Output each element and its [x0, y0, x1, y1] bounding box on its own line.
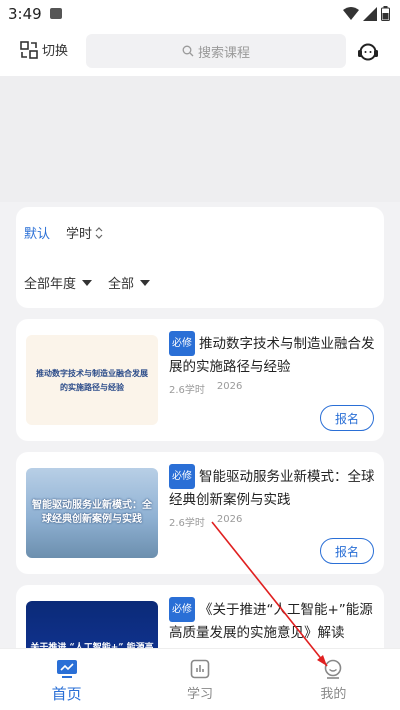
status-time: 3:49: [8, 5, 42, 23]
switch-label: 切换: [42, 44, 69, 59]
customer-service-button[interactable]: [356, 40, 380, 68]
search-placeholder: 搜索课程: [197, 45, 250, 61]
sort-hours-label: 学时: [66, 227, 93, 242]
enroll-button[interactable]: 报名: [320, 405, 374, 431]
top-header: 切换 搜索课程: [0, 28, 400, 76]
enroll-button[interactable]: 报名: [320, 538, 374, 564]
course-title-text: 《关于推进“人工智能+”能源高质量发展的实施意见》解读: [169, 602, 373, 641]
course-title: 必修 《关于推进“人工智能+”能源高质量发展的实施意见》解读: [169, 597, 375, 645]
wifi-icon: [343, 6, 359, 20]
year-filter-label: 全部年度: [24, 277, 77, 292]
course-hours: 2.6学时: [169, 385, 205, 396]
year-filter[interactable]: 全部年度: [24, 273, 93, 292]
sort-default[interactable]: 默认: [24, 223, 50, 242]
photo-notification-icon: [50, 8, 62, 19]
tab-study[interactable]: 学习: [133, 649, 266, 710]
tab-home-label: 首页: [51, 685, 82, 703]
dropdown-arrow-icon: [82, 279, 93, 286]
dropdown-arrow-icon: [140, 279, 151, 286]
filter-card: 默认 学时 全部年度 全部: [16, 207, 384, 308]
required-badge: 必修: [169, 597, 195, 622]
banner-area: [0, 76, 400, 202]
status-icons: [343, 6, 390, 21]
signal-icon: [363, 6, 377, 21]
type-filter-label: 全部: [108, 277, 135, 292]
course-hours: 2.6学时: [169, 518, 205, 529]
course-meta: 2.6学时 2026: [169, 514, 242, 529]
thumbnail-text: 智能驱动服务业新模式：全球经典创新案例与实践: [32, 500, 152, 525]
switch-button[interactable]: 切换: [20, 40, 68, 59]
tab-study-label: 学习: [186, 687, 213, 702]
profile-face-icon: [325, 659, 342, 679]
course-thumbnail: 智能驱动服务业新模式：全球经典创新案例与实践: [26, 468, 158, 558]
tab-home[interactable]: 首页: [0, 649, 133, 710]
course-card[interactable]: 推动数字技术与制造业融合发展的实施路径与经验 必修 推动数字技术与制造业融合发展的…: [16, 319, 384, 441]
switch-icon: [20, 40, 38, 59]
status-bar: 3:49: [0, 0, 400, 28]
bottom-tab-bar: 首页 学习 我的: [0, 648, 400, 710]
course-title-text: 推动数字技术与制造业融合发展的实施路径与经验: [169, 336, 375, 375]
headset-icon: [358, 43, 378, 61]
course-title: 必修 智能驱动服务业新模式：全球经典创新案例与实践: [169, 464, 375, 512]
course-year: 2026: [216, 514, 243, 525]
search-input[interactable]: 搜索课程: [86, 34, 346, 68]
required-badge: 必修: [169, 464, 195, 489]
type-filter[interactable]: 全部: [108, 273, 151, 292]
sort-hours[interactable]: 学时: [66, 223, 103, 242]
course-title-text: 智能驱动服务业新模式：全球经典创新案例与实践: [169, 469, 375, 508]
search-icon: [182, 45, 194, 57]
tab-mine[interactable]: 我的: [267, 649, 400, 710]
home-monitor-icon: [56, 660, 77, 678]
course-thumbnail: 推动数字技术与制造业融合发展的实施路径与经验: [26, 335, 158, 425]
study-chart-icon: [190, 659, 210, 679]
battery-icon: [381, 6, 390, 21]
course-year: 2026: [216, 381, 243, 392]
course-title: 必修 推动数字技术与制造业融合发展的实施路径与经验: [169, 331, 375, 379]
course-meta: 2.6学时 2026: [169, 381, 242, 396]
required-badge: 必修: [169, 331, 195, 356]
course-card[interactable]: 智能驱动服务业新模式：全球经典创新案例与实践 必修 智能驱动服务业新模式：全球经典…: [16, 452, 384, 574]
thumbnail-text: 推动数字技术与制造业融合发展的实施路径与经验: [36, 368, 148, 392]
tab-mine-label: 我的: [320, 687, 347, 702]
sort-toggle-icon: [95, 226, 103, 239]
